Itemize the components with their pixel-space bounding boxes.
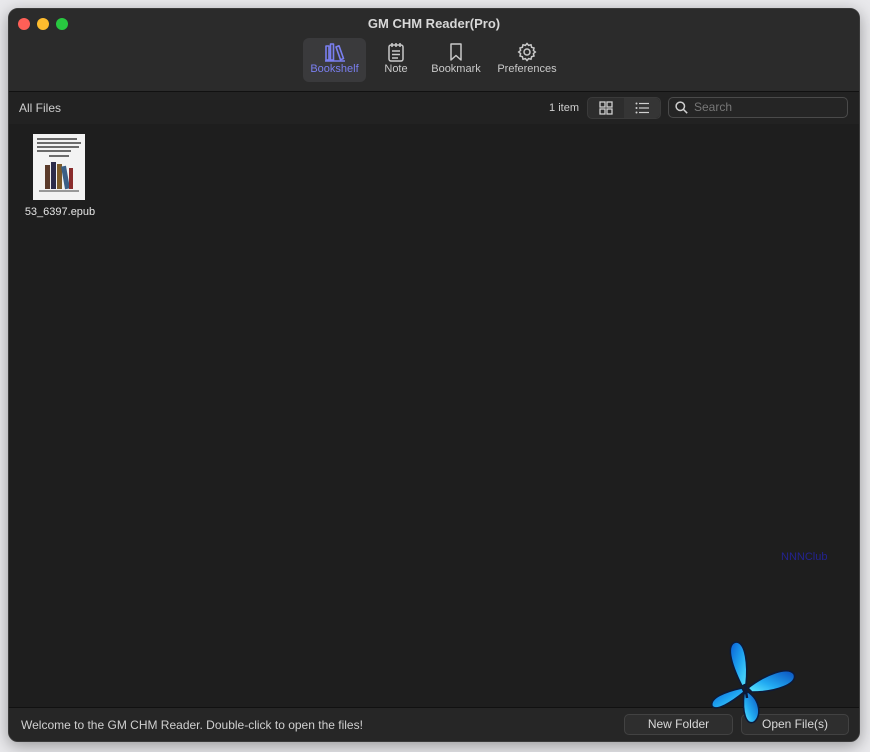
toolbar-bookmark-label: Bookmark bbox=[431, 63, 481, 75]
title-bar: GM CHM Reader(Pro) Bookshelf Note Bookma… bbox=[9, 9, 859, 92]
search-input[interactable] bbox=[694, 99, 842, 115]
grid-view-button[interactable] bbox=[588, 98, 624, 118]
bookshelf-icon bbox=[324, 43, 345, 62]
watermark-text: NNNClub bbox=[781, 551, 828, 563]
bookshelf-content: 53_6397.epub NNNClub bbox=[9, 124, 859, 707]
toolbar-bookmark-button[interactable]: Bookmark bbox=[426, 38, 486, 82]
list-view-icon bbox=[635, 102, 649, 114]
view-mode-control bbox=[587, 97, 661, 119]
files-header-bar: All Files 1 item bbox=[9, 92, 859, 124]
status-message: Welcome to the GM CHM Reader. Double-cli… bbox=[21, 718, 363, 732]
book-cover-thumbnail bbox=[33, 134, 85, 200]
window-title: GM CHM Reader(Pro) bbox=[367, 16, 501, 31]
bookmark-icon bbox=[450, 43, 462, 61]
toolbar-note-button[interactable]: Note bbox=[376, 38, 416, 82]
list-view-button[interactable] bbox=[624, 98, 660, 118]
app-window: GM CHM Reader(Pro) Bookshelf Note Bookma… bbox=[8, 8, 860, 742]
grid-view-icon bbox=[599, 101, 613, 115]
toolbar-bookshelf-button[interactable]: Bookshelf bbox=[303, 38, 366, 82]
toolbar-preferences-label: Preferences bbox=[497, 63, 557, 75]
search-icon bbox=[675, 101, 688, 114]
search-field[interactable] bbox=[668, 97, 848, 118]
section-title: All Files bbox=[19, 101, 62, 115]
file-item[interactable]: 53_6397.epub bbox=[15, 132, 105, 232]
file-name: 53_6397.epub bbox=[24, 206, 96, 218]
note-icon bbox=[388, 43, 404, 62]
toolbar-note-label: Note bbox=[384, 63, 408, 75]
item-count: 1 item bbox=[549, 102, 579, 114]
gear-icon bbox=[517, 42, 537, 62]
toolbar-preferences-button[interactable]: Preferences bbox=[493, 38, 561, 82]
butterfly-icon bbox=[711, 641, 796, 724]
toolbar-bookshelf-label: Bookshelf bbox=[310, 63, 359, 75]
